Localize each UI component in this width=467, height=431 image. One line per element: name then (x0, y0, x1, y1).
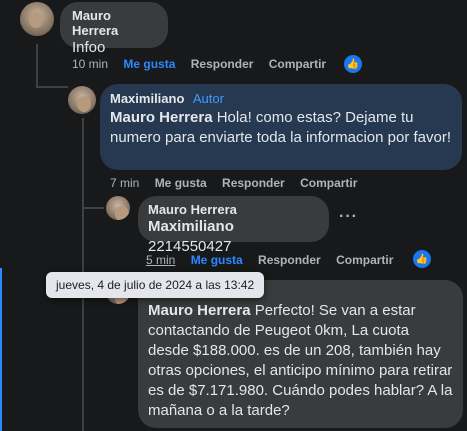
mention[interactable]: Maximiliano (148, 218, 234, 235)
thumbs-up-icon[interactable]: 👍 (413, 250, 431, 268)
avatar[interactable] (20, 2, 54, 36)
mention[interactable]: Mauro Herrera (110, 109, 213, 126)
share-button[interactable]: Compartir (269, 57, 326, 71)
like-button[interactable]: Me gusta (191, 253, 243, 267)
avatar[interactable] (68, 86, 96, 114)
author-badge: Autor (192, 91, 224, 106)
comment-actions: 5 min Me gusta Responder Compartir (146, 253, 405, 267)
comment-actions: 10 min Me gusta Responder Compartir (72, 57, 338, 71)
comment-author[interactable]: Maximiliano (110, 91, 184, 106)
comment-text: Mauro Herrera Hola! como estas? Dejame t… (110, 109, 452, 146)
reply-button[interactable]: Responder (222, 176, 285, 190)
like-button[interactable]: Me gusta (155, 176, 207, 190)
avatar[interactable] (106, 196, 130, 220)
active-thread-indicator (0, 268, 2, 431)
comment-actions: 7 min Me gusta Responder Compartir (110, 176, 369, 190)
comment-bubble: Mauro Herrera Maximiliano 2214550427 (138, 196, 329, 255)
thumbs-up-icon[interactable]: 👍 (344, 55, 362, 73)
comment-time[interactable]: 7 min (110, 176, 139, 190)
reply-button[interactable]: Responder (191, 57, 254, 71)
timestamp-tooltip: jueves, 4 de julio de 2024 a las 13:42 (46, 272, 265, 298)
mention[interactable]: Mauro Herrera (148, 302, 251, 319)
comment-time[interactable]: 5 min (146, 253, 175, 267)
comment-text: Infoo (72, 39, 106, 56)
like-button[interactable]: Me gusta (123, 57, 175, 71)
thread-connector (36, 86, 68, 88)
comment-author[interactable]: Mauro Herrera (72, 8, 156, 38)
comment-text: Maximiliano 2214550427 (148, 218, 234, 255)
thread-line (36, 44, 38, 88)
more-options-icon[interactable]: ··· (339, 208, 358, 226)
thread-connector (82, 207, 104, 209)
share-button[interactable]: Compartir (336, 253, 393, 267)
comment-bubble: Maximiliano Mauro Herrera Perfecto! Se v… (138, 280, 463, 428)
comment-text: Mauro Herrera Perfecto! Se van a estar c… (148, 302, 453, 419)
comment-bubble: Mauro Herrera Infoo (60, 2, 168, 56)
comment-time[interactable]: 10 min (72, 57, 108, 71)
comment-bubble: Maximiliano Autor Mauro Herrera Hola! co… (100, 84, 462, 170)
reply-button[interactable]: Responder (258, 253, 321, 267)
comment-author[interactable]: Mauro Herrera (148, 202, 319, 217)
share-button[interactable]: Compartir (300, 176, 357, 190)
